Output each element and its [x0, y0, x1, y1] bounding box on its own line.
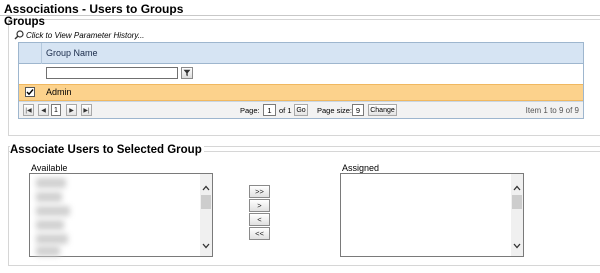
checkmark-icon — [26, 89, 34, 96]
table-row[interactable]: Admin — [19, 84, 583, 101]
assigned-scrollbar[interactable] — [511, 174, 523, 256]
next-page-button[interactable]: ▶ — [66, 104, 77, 116]
last-page-button[interactable]: ▶| — [81, 104, 92, 116]
page-size-label: Page size: — [317, 106, 353, 115]
add-all-button[interactable]: >> — [249, 185, 270, 198]
current-page-number[interactable]: 1 — [51, 104, 61, 116]
assigned-users-list[interactable] — [340, 173, 524, 257]
list-item[interactable] — [36, 246, 60, 256]
remove-selected-button[interactable]: < — [249, 213, 270, 226]
group-name-cell: Admin — [46, 87, 72, 97]
groups-section-title: Groups — [4, 16, 45, 28]
column-separator — [41, 43, 42, 64]
go-button[interactable]: Go — [294, 104, 308, 116]
groups-grid: Group Name Admin |◀ ◀ 1 ▶ ▶| Page: 1 of … — [18, 42, 584, 119]
chevron-up-icon — [202, 185, 210, 191]
list-item[interactable] — [36, 192, 62, 202]
list-item[interactable] — [36, 234, 68, 244]
scroll-up-arrow[interactable] — [512, 183, 522, 193]
filter-row — [19, 65, 583, 84]
list-item[interactable] — [36, 178, 66, 188]
column-header-group-name[interactable]: Group Name — [46, 48, 98, 58]
first-page-button[interactable]: |◀ — [23, 104, 34, 116]
scroll-thumb[interactable] — [512, 195, 522, 209]
title-divider — [0, 15, 600, 16]
filter-button[interactable] — [181, 67, 193, 79]
chevron-down-icon — [513, 243, 521, 249]
chevron-down-icon — [202, 243, 210, 249]
change-page-size-button[interactable]: Change — [368, 104, 397, 116]
available-label: Available — [31, 163, 68, 173]
available-scrollbar[interactable] — [200, 174, 212, 256]
grid-pager: |◀ ◀ 1 ▶ ▶| Page: 1 of 1 Go Page size: 9… — [19, 101, 583, 118]
assigned-label: Assigned — [342, 163, 380, 173]
parameter-history-link[interactable]: Click to View Parameter History... — [14, 30, 144, 40]
scroll-down-arrow[interactable] — [512, 241, 522, 251]
list-item[interactable] — [36, 220, 64, 230]
page-count-label: of 1 — [279, 106, 292, 115]
chevron-up-icon — [513, 185, 521, 191]
page-size-input[interactable]: 9 — [352, 104, 364, 116]
scroll-thumb[interactable] — [201, 195, 211, 209]
list-item[interactable] — [36, 206, 70, 216]
row-select-checkbox[interactable] — [25, 87, 35, 97]
associate-section-title: Associate Users to Selected Group — [10, 144, 204, 156]
filter-icon — [183, 69, 191, 77]
available-users-list[interactable] — [29, 173, 213, 257]
item-count-info: Item 1 to 9 of 9 — [525, 106, 579, 115]
previous-page-button[interactable]: ◀ — [38, 104, 49, 116]
remove-all-button[interactable]: << — [249, 227, 270, 240]
grid-header: Group Name — [19, 43, 583, 64]
scroll-up-arrow[interactable] — [201, 183, 211, 193]
magnifier-icon — [14, 30, 24, 40]
add-selected-button[interactable]: > — [249, 199, 270, 212]
page-label: Page: — [240, 106, 260, 115]
scroll-down-arrow[interactable] — [201, 241, 211, 251]
page-title: Associations - Users to Groups — [4, 2, 184, 16]
group-name-filter-input[interactable] — [46, 67, 178, 79]
parameter-history-text: Click to View Parameter History... — [26, 30, 145, 40]
page-number-input[interactable]: 1 — [263, 104, 276, 116]
